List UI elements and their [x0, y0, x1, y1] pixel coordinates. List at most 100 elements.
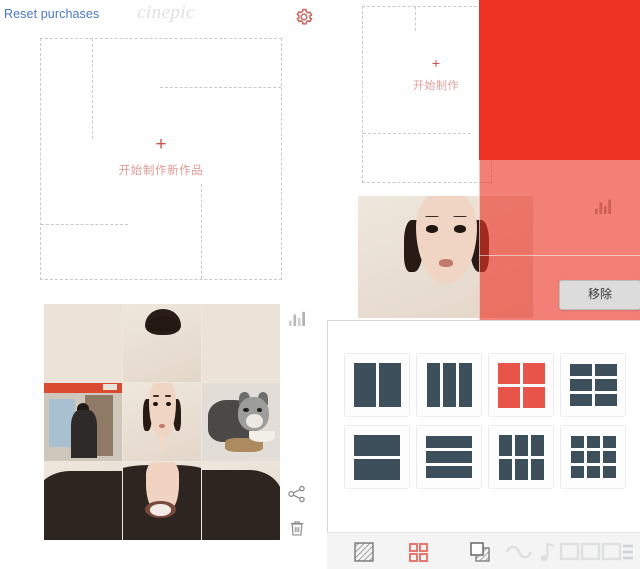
template-preview — [426, 436, 472, 478]
template-tile — [442, 363, 456, 407]
template-tile — [522, 386, 545, 408]
new-project-placeholder[interactable]: + 开始制作新作品 — [40, 38, 282, 280]
template-tile — [354, 434, 400, 456]
template-tile — [530, 434, 544, 456]
collage-cell[interactable] — [202, 304, 280, 382]
template-option-three-by-three[interactable] — [560, 425, 626, 489]
template-tile — [514, 458, 528, 480]
template-tile — [498, 434, 512, 456]
collage-cell[interactable] — [123, 304, 201, 382]
bar-chart-icon — [289, 311, 305, 326]
template-tile — [522, 362, 545, 384]
template-grid — [344, 353, 626, 489]
collage-cell[interactable] — [44, 462, 122, 540]
template-tile — [602, 466, 616, 478]
primary-panel: Reset purchases cinepic + 开始制作新作品 — [0, 0, 330, 569]
template-tile — [602, 436, 616, 448]
template-tile — [426, 436, 472, 448]
layout-tool-button[interactable] — [405, 539, 431, 565]
template-tile — [586, 451, 600, 463]
template-tile — [570, 466, 584, 478]
template-tile — [569, 394, 592, 406]
background-icon — [354, 542, 374, 562]
app-logo: cinepic — [137, 2, 195, 23]
template-tile — [354, 458, 400, 480]
template-tile — [498, 458, 512, 480]
template-tile — [497, 386, 520, 408]
template-tile — [594, 379, 617, 391]
collage-cell[interactable] — [44, 383, 122, 461]
template-tile — [458, 363, 472, 407]
remove-button[interactable]: 移除 — [559, 280, 640, 310]
plus-icon: + — [155, 134, 167, 155]
collage-cell[interactable] — [44, 304, 122, 382]
gear-icon — [296, 8, 313, 25]
collage-cell[interactable] — [123, 462, 201, 540]
template-option-two-by-two[interactable] — [488, 353, 554, 417]
collage-cell[interactable] — [202, 383, 280, 461]
template-option-three-by-two[interactable] — [488, 425, 554, 489]
veil-gridline — [479, 160, 480, 325]
collage-cell[interactable] — [202, 462, 280, 540]
collage-stats-button[interactable] — [288, 310, 306, 326]
frame-tool-button[interactable] — [467, 539, 493, 565]
template-tile — [426, 363, 440, 407]
template-tile — [586, 436, 600, 448]
trash-icon — [290, 521, 304, 536]
placeholder-divider — [160, 87, 281, 88]
placeholder-divider — [92, 39, 93, 139]
app-screen: Reset purchases cinepic + 开始制作新作品 + 开始制作… — [0, 0, 640, 569]
placeholder-divider — [41, 224, 128, 225]
template-preview — [353, 363, 401, 407]
frame-overlay-icon — [470, 542, 490, 562]
background-tool-button[interactable] — [351, 539, 377, 565]
layout-grid-icon — [409, 543, 428, 562]
template-tile — [514, 434, 528, 456]
template-tile — [426, 451, 472, 463]
template-option-two-rows[interactable] — [344, 425, 410, 489]
template-preview — [569, 364, 617, 406]
template-preview — [498, 434, 544, 480]
template-tile — [570, 451, 584, 463]
new-project-placeholder-secondary[interactable] — [362, 6, 492, 183]
red-overlay-block — [479, 0, 640, 160]
template-tile — [586, 466, 600, 478]
placeholder-divider — [415, 7, 416, 31]
settings-gear-button[interactable] — [294, 7, 314, 27]
collage-cell[interactable] — [123, 383, 201, 461]
template-preview — [426, 363, 472, 407]
template-tile — [570, 436, 584, 448]
layout-template-picker — [327, 320, 640, 534]
bottom-toolbar: 悟空问答 — [327, 532, 640, 569]
template-preview — [570, 436, 616, 478]
template-tile — [378, 363, 401, 407]
collage-stats-button-secondary[interactable] — [594, 198, 612, 214]
template-tile — [530, 458, 544, 480]
template-tile — [569, 379, 592, 391]
template-tile — [602, 451, 616, 463]
share-button[interactable] — [288, 485, 306, 503]
template-tile — [569, 364, 592, 376]
template-tile — [594, 364, 617, 376]
watermark: 悟空问答 — [503, 536, 635, 566]
template-preview — [497, 362, 545, 408]
collage-thumbnail[interactable] — [44, 304, 280, 540]
new-project-cta: + 开始制作新作品 — [41, 135, 281, 178]
template-option-two-by-three[interactable] — [560, 353, 626, 417]
placeholder-divider — [201, 184, 202, 279]
share-icon — [288, 485, 305, 503]
template-option-two-columns[interactable] — [344, 353, 410, 417]
delete-button[interactable] — [289, 519, 305, 537]
veil-gridline — [479, 255, 640, 256]
watermark-icon — [505, 542, 633, 562]
reset-purchases-link[interactable]: Reset purchases — [4, 7, 99, 21]
template-tile — [426, 466, 472, 478]
placeholder-divider — [363, 133, 471, 134]
template-option-three-columns[interactable] — [416, 353, 482, 417]
template-tile — [353, 363, 376, 407]
new-project-label: 开始制作新作品 — [118, 165, 204, 177]
template-preview — [354, 434, 400, 480]
bar-chart-icon — [595, 199, 611, 214]
template-option-three-rows[interactable] — [416, 425, 482, 489]
template-tile — [497, 362, 520, 384]
